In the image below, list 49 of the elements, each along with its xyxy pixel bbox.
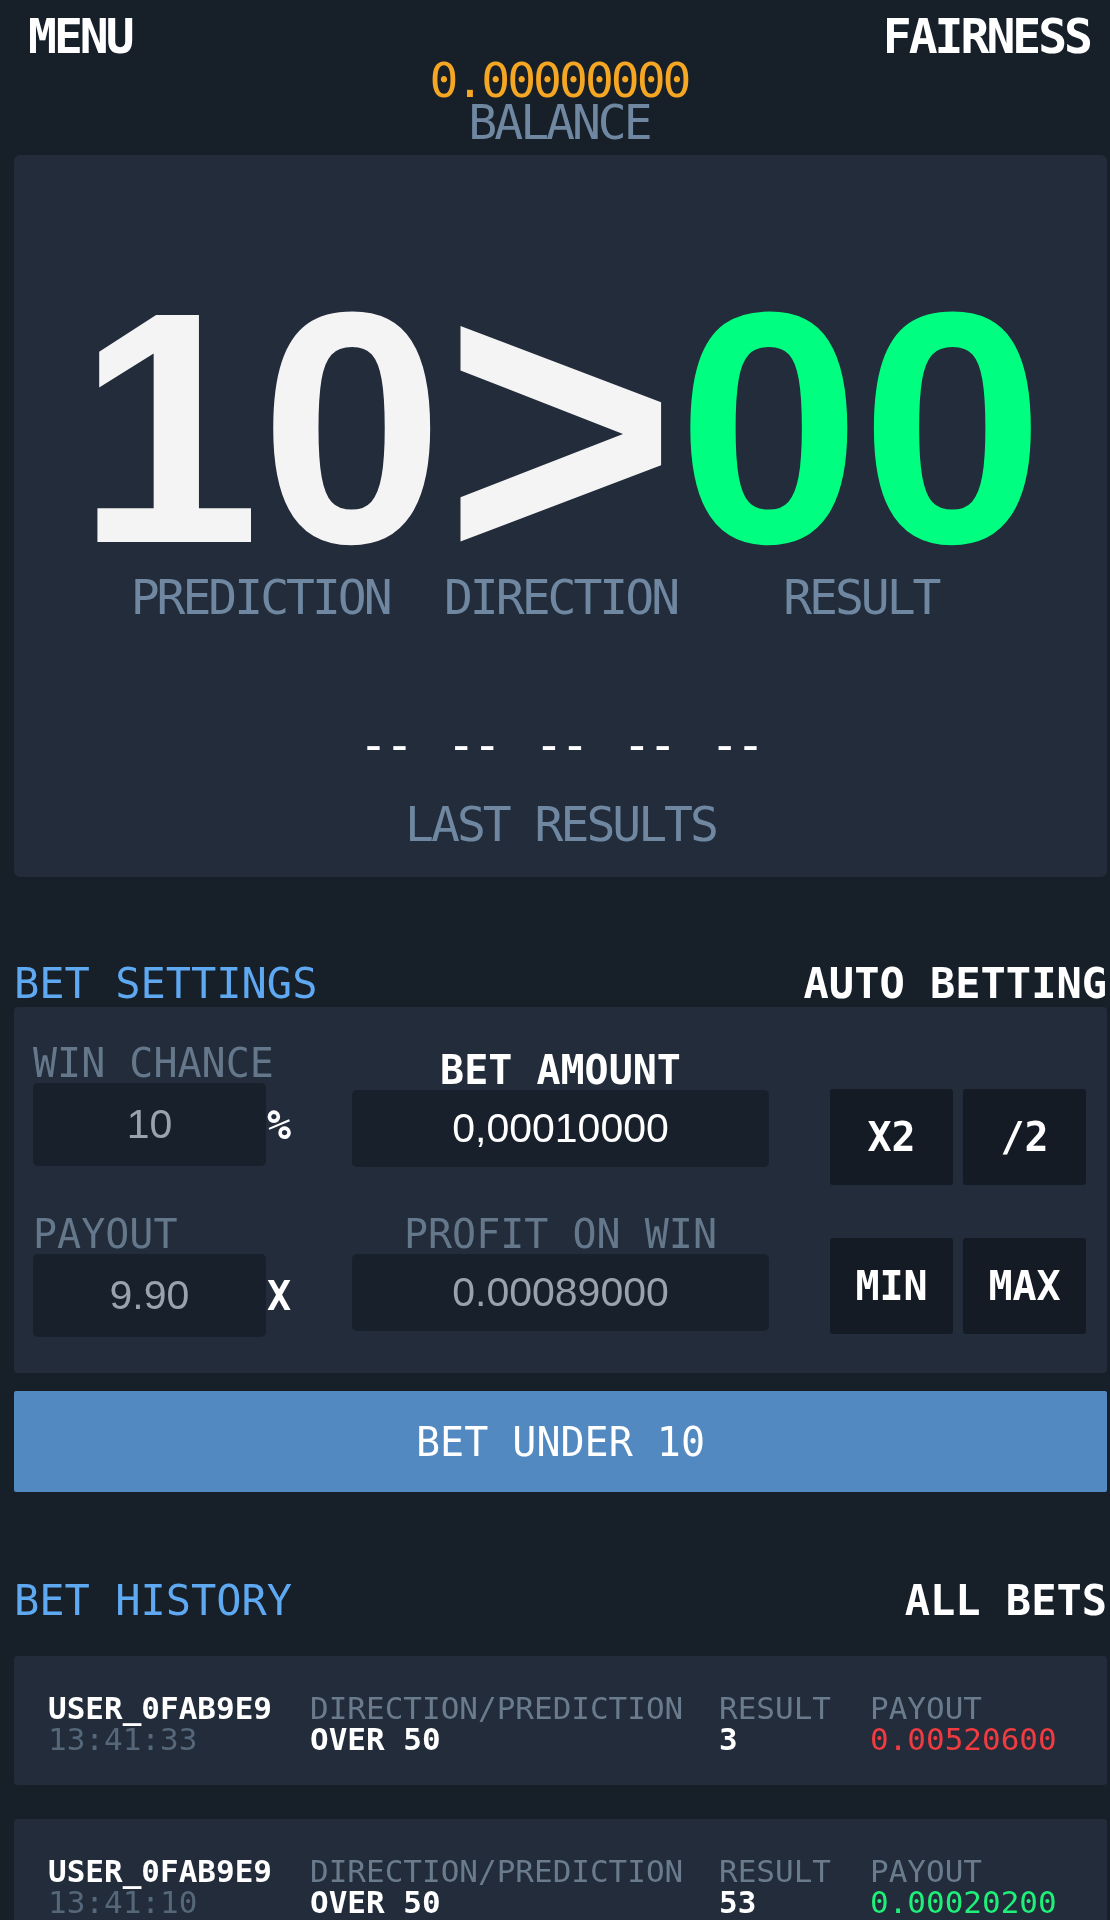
amount-adjust-button[interactable]: X2 bbox=[830, 1089, 953, 1185]
unit-symbol: % bbox=[266, 1101, 291, 1148]
last-results-label: LAST RESULTS bbox=[405, 803, 716, 845]
amount-adjust-button[interactable]: /2 bbox=[963, 1089, 1086, 1185]
result-number: 00 bbox=[677, 303, 1045, 553]
balance-amount: 0.00000000 bbox=[429, 59, 689, 101]
last-result-value: -- bbox=[710, 723, 762, 765]
amount-adjust-button[interactable]: MIN bbox=[830, 1238, 953, 1334]
bet-result: 3 bbox=[719, 1724, 738, 1755]
column-label: RESULT bbox=[719, 1856, 831, 1887]
menu-link[interactable]: MENU bbox=[28, 15, 132, 57]
last-result-value: -- bbox=[359, 723, 411, 765]
section-tab[interactable]: ALL BETS bbox=[904, 1580, 1107, 1622]
prediction-number: 10 bbox=[76, 303, 444, 553]
input-field[interactable]: 0.00089000 bbox=[352, 1254, 769, 1331]
section-tab[interactable]: BET SETTINGS bbox=[14, 963, 318, 1005]
column-label: PAYOUT bbox=[870, 1693, 982, 1724]
section-tab[interactable]: BET HISTORY bbox=[14, 1580, 293, 1622]
field-label: WIN CHANCE bbox=[33, 1043, 275, 1083]
direction-symbol: > bbox=[443, 303, 678, 553]
column-label: RESULT bbox=[719, 1693, 831, 1724]
balance-label: BALANCE bbox=[468, 101, 650, 143]
column-label: DIRECTION/PREDICTION bbox=[310, 1856, 684, 1887]
readout-label: DIRECTION bbox=[443, 576, 678, 618]
unit-symbol: X bbox=[266, 1272, 291, 1319]
section-tab[interactable]: AUTO BETTING bbox=[803, 963, 1107, 1005]
bet-result: 53 bbox=[719, 1887, 757, 1918]
input-field[interactable]: 0,00010000 bbox=[352, 1090, 769, 1167]
fairness-link[interactable]: FAIRNESS bbox=[882, 15, 1090, 57]
column-label: DIRECTION/PREDICTION bbox=[310, 1693, 684, 1724]
field-label: BET AMOUNT bbox=[440, 1050, 681, 1090]
user-name: USER_0FAB9E9 bbox=[48, 1856, 272, 1887]
payout-amount: 0.00520600 bbox=[870, 1724, 1057, 1755]
field-label: PROFIT ON WIN bbox=[403, 1214, 718, 1254]
readout-label: RESULT bbox=[783, 576, 939, 618]
place-bet-button[interactable]: BET UNDER 10 bbox=[14, 1391, 1107, 1492]
last-result-value: -- bbox=[446, 723, 499, 765]
last-result-value: -- bbox=[622, 723, 675, 765]
bet-direction: OVER 50 bbox=[310, 1724, 441, 1755]
field-label: PAYOUT bbox=[33, 1214, 179, 1254]
input-field[interactable]: 9.90 bbox=[33, 1254, 266, 1337]
column-label: PAYOUT bbox=[870, 1856, 982, 1887]
bet-direction: OVER 50 bbox=[310, 1887, 441, 1918]
last-result-value: -- bbox=[534, 723, 587, 765]
input-field[interactable]: 10 bbox=[33, 1083, 266, 1166]
readout-label: PREDICTION bbox=[130, 576, 390, 618]
user-name: USER_0FAB9E9 bbox=[48, 1693, 272, 1724]
payout-amount: 0.00020200 bbox=[870, 1887, 1057, 1918]
amount-adjust-button[interactable]: MAX bbox=[963, 1238, 1086, 1334]
